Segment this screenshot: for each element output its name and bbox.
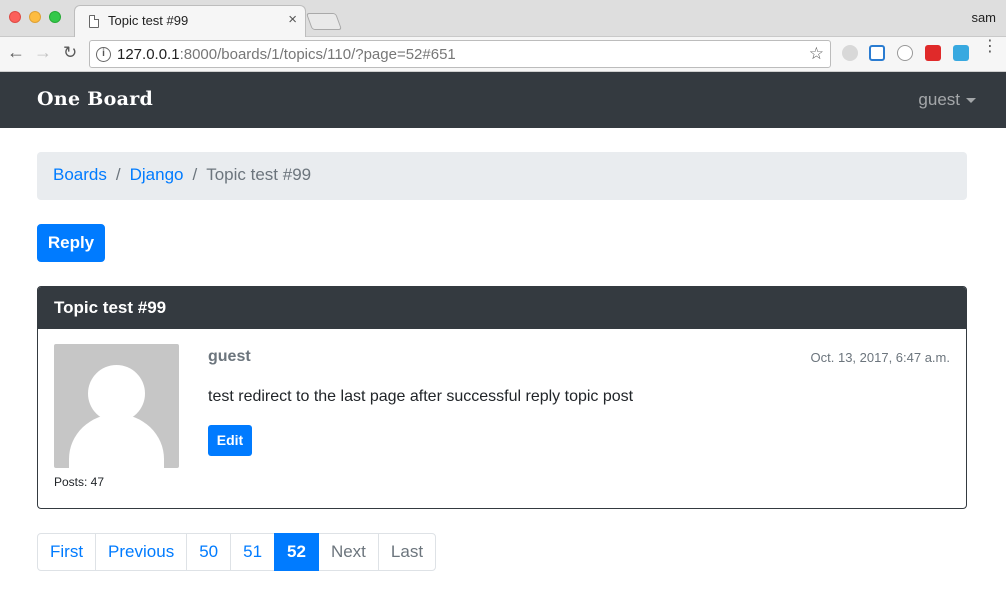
page-52-current[interactable]: 52 xyxy=(274,533,319,571)
avatar xyxy=(54,344,179,468)
new-tab-button[interactable] xyxy=(305,13,343,30)
browser-tab[interactable]: Topic test #99 × xyxy=(74,5,306,38)
browser-menu-icon[interactable]: ⋮ xyxy=(982,39,998,55)
breadcrumb: Boards / Django / Topic test #99 xyxy=(37,152,967,200)
post-author: guest xyxy=(208,348,251,365)
page-50-link[interactable]: 50 xyxy=(186,533,232,571)
address-bar[interactable]: i 127.0.0.1:8000/boards/1/topics/110/?pa… xyxy=(89,40,831,68)
url-host: 127.0.0.1 xyxy=(117,46,180,63)
window-close-button[interactable] xyxy=(9,11,21,23)
url-path: :8000/boards/1/topics/110/?page=52#651 xyxy=(179,46,456,63)
brand-logo[interactable]: One Board xyxy=(37,88,153,110)
pagination: First Previous 50 51 52 Next Last xyxy=(37,533,437,571)
window-minimize-button[interactable] xyxy=(29,11,41,23)
page-last-link: Last xyxy=(377,533,437,571)
page-next-link: Next xyxy=(317,533,379,571)
breadcrumb-separator: / xyxy=(115,165,121,184)
reload-icon[interactable]: ↻ xyxy=(63,43,77,63)
browser-toolbar: ← → ↻ i 127.0.0.1:8000/boards/1/topics/1… xyxy=(0,37,1006,72)
edit-button[interactable]: Edit xyxy=(208,425,252,456)
breadcrumb-django-link[interactable]: Django xyxy=(130,165,184,184)
post-card-header: Topic test #99 xyxy=(38,287,966,329)
info-icon[interactable]: i xyxy=(96,47,111,62)
profile-name[interactable]: sam xyxy=(971,10,996,25)
site-navbar: One Board guest xyxy=(0,72,1006,128)
extension-forward-icon[interactable] xyxy=(925,45,941,61)
breadcrumb-separator: / xyxy=(192,165,198,184)
page-previous-link[interactable]: Previous xyxy=(95,533,188,571)
breadcrumb-boards-link[interactable]: Boards xyxy=(53,165,107,184)
tab-title: Topic test #99 xyxy=(108,13,189,28)
extension-book-icon[interactable] xyxy=(953,45,969,61)
forward-icon[interactable]: → xyxy=(34,42,52,63)
user-dropdown[interactable]: guest xyxy=(918,90,976,110)
page-first-link[interactable]: First xyxy=(37,533,97,571)
avatar-body-shape xyxy=(69,414,164,468)
posts-count: Posts: 47 xyxy=(54,475,105,489)
browser-tab-strip: Topic test #99 × sam xyxy=(0,0,1006,38)
bookmark-star-icon[interactable]: ☆ xyxy=(809,44,824,64)
caret-down-icon xyxy=(966,98,976,103)
document-icon xyxy=(89,15,99,28)
extension-circle-icon[interactable] xyxy=(897,45,913,61)
tab-close-icon[interactable]: × xyxy=(288,11,297,28)
extension-screenshot-icon[interactable] xyxy=(869,45,885,61)
reply-button[interactable]: Reply xyxy=(37,224,105,262)
url-text[interactable]: 127.0.0.1:8000/boards/1/topics/110/?page… xyxy=(117,46,456,63)
window-maximize-button[interactable] xyxy=(49,11,61,23)
extension-music-icon[interactable] xyxy=(842,45,858,61)
post-card: Topic test #99 Posts: 47 guest Oct. 13, … xyxy=(37,286,967,509)
post-message: test redirect to the last page after suc… xyxy=(208,388,634,405)
user-name: guest xyxy=(918,90,960,109)
back-icon[interactable]: ← xyxy=(7,42,25,63)
page-51-link[interactable]: 51 xyxy=(230,533,276,571)
breadcrumb-current: Topic test #99 xyxy=(206,165,312,184)
post-date: Oct. 13, 2017, 6:47 a.m. xyxy=(810,350,950,365)
